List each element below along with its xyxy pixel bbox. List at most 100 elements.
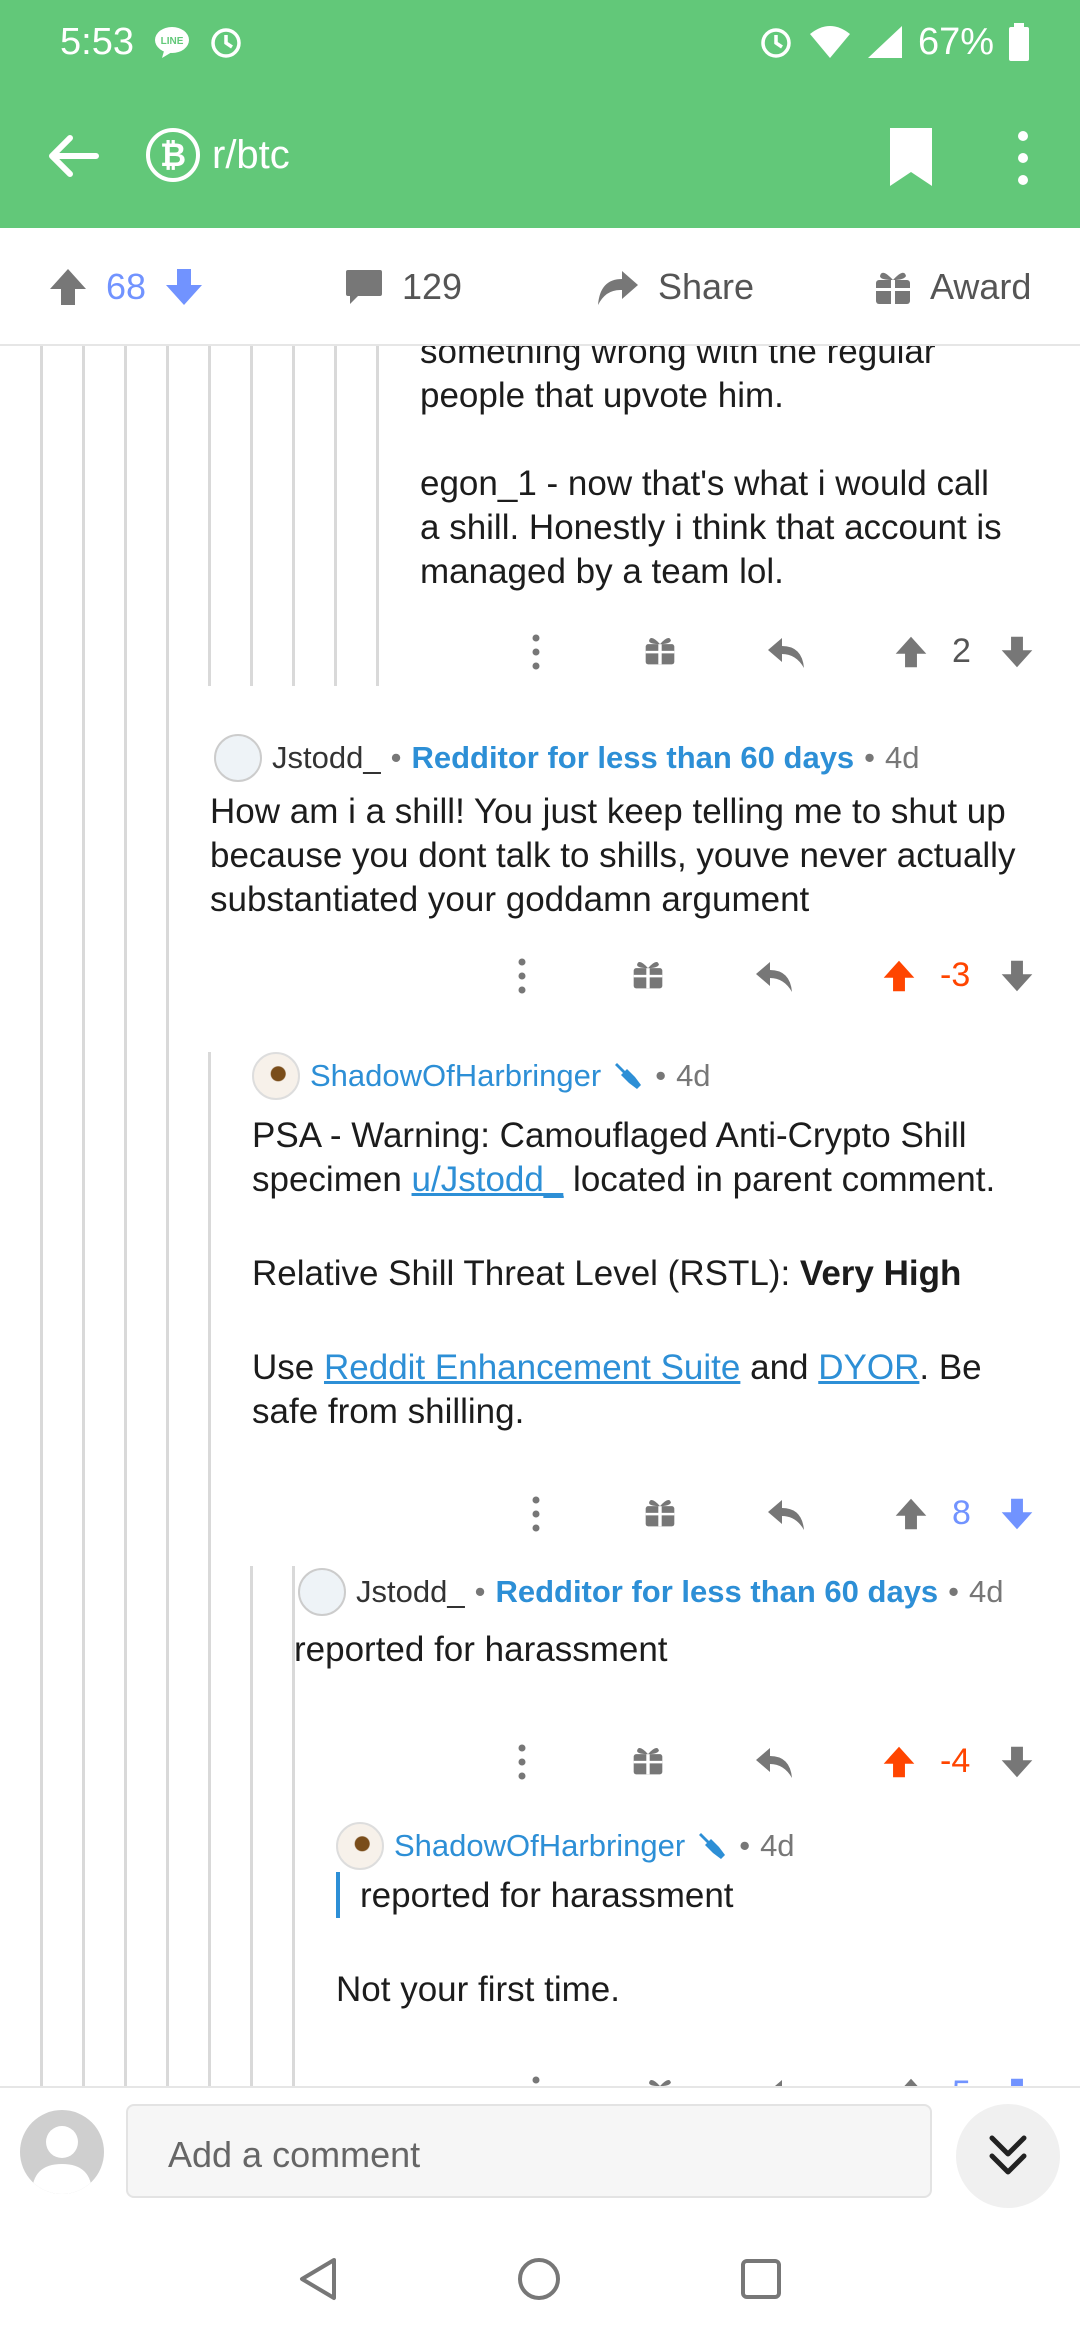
comment-icon xyxy=(346,270,382,304)
comment-body: Not your first time. xyxy=(336,1970,620,2009)
bitcoin-icon: ₿ xyxy=(146,128,200,182)
comment-age: 4d xyxy=(760,1828,795,1863)
moderator-wrench-icon xyxy=(699,1833,726,1859)
username[interactable]: Jstodd_ xyxy=(356,1574,465,1610)
comment-actions: -3 xyxy=(0,946,1080,1006)
avatar[interactable] xyxy=(214,734,262,782)
comment-actions: 2 xyxy=(0,622,1080,682)
username[interactable]: ShadowOfHarbringer xyxy=(310,1058,601,1094)
comment-body: PSA - Warning: Camouflaged Anti-Crypto S… xyxy=(252,1116,996,1431)
signal-icon xyxy=(867,26,902,58)
share-button[interactable]: Share xyxy=(596,228,754,346)
thread-line[interactable] xyxy=(250,1566,253,2086)
avatar[interactable] xyxy=(336,1822,384,1870)
gift-icon[interactable] xyxy=(644,2076,676,2086)
upvote-arrow-icon[interactable] xyxy=(894,2076,928,2086)
more-options-icon[interactable] xyxy=(516,958,528,994)
back-arrow-icon[interactable] xyxy=(44,128,100,184)
more-options-icon[interactable] xyxy=(516,1744,528,1780)
more-options-icon[interactable] xyxy=(530,2076,542,2086)
upvote-arrow-icon[interactable] xyxy=(894,1496,928,1532)
post-score: 68 xyxy=(106,266,147,307)
comment-count: 129 xyxy=(402,266,463,307)
comment-thread[interactable]: something wrong with the regular people … xyxy=(0,346,1080,2086)
award-button[interactable]: Award xyxy=(874,228,1031,346)
gift-icon[interactable] xyxy=(632,958,664,990)
reply-icon[interactable] xyxy=(766,634,806,670)
thread-line[interactable] xyxy=(124,346,127,2086)
comments-button[interactable]: 129 xyxy=(344,228,462,346)
username[interactable]: ShadowOfHarbringer xyxy=(394,1828,685,1864)
downvote-arrow-icon[interactable] xyxy=(164,267,204,307)
comment-actions: 5 xyxy=(0,2064,1080,2086)
downvote-arrow-icon[interactable] xyxy=(1000,1496,1034,1532)
system-nav-bar xyxy=(0,2216,1080,2340)
threat-level: Very High xyxy=(799,1254,962,1293)
status-time: 5:53 xyxy=(60,20,134,63)
username[interactable]: Jstodd_ xyxy=(272,740,381,776)
reply-icon[interactable] xyxy=(766,1496,806,1532)
comment-meta: ShadowOfHarbringer • 4d xyxy=(252,1052,711,1100)
upvote-arrow-icon[interactable] xyxy=(894,634,928,670)
comment-age: 4d xyxy=(969,1574,1004,1609)
comment-actions: -4 xyxy=(0,1732,1080,1792)
add-comment-input[interactable]: Add a comment xyxy=(126,2104,932,2198)
res-link[interactable]: Reddit Enhancement Suite xyxy=(324,1348,740,1387)
comment-body: something wrong with the regular people … xyxy=(420,346,1002,591)
battery-percent: 67% xyxy=(917,20,994,63)
gift-icon[interactable] xyxy=(632,1744,664,1776)
downvote-arrow-icon[interactable] xyxy=(1000,1744,1034,1780)
more-options-icon[interactable] xyxy=(1008,128,1038,188)
share-label: Share xyxy=(658,266,755,307)
gift-icon[interactable] xyxy=(644,1496,676,1528)
reply-icon[interactable] xyxy=(754,958,794,994)
svg-text:LINE: LINE xyxy=(161,36,184,47)
moderator-wrench-icon xyxy=(615,1063,642,1089)
thread-line[interactable] xyxy=(166,346,169,2086)
upvote-arrow-icon[interactable] xyxy=(48,267,88,307)
avatar[interactable] xyxy=(252,1052,300,1100)
award-label: Award xyxy=(930,266,1032,307)
comment-body: reported for harassment xyxy=(294,1630,668,1669)
upvote-arrow-icon[interactable] xyxy=(882,1744,916,1780)
wifi-icon xyxy=(809,26,850,58)
thread-line[interactable] xyxy=(208,1052,211,2086)
nav-home-icon[interactable] xyxy=(516,2256,562,2302)
thread-line[interactable] xyxy=(82,346,85,2086)
gift-icon[interactable] xyxy=(644,634,676,666)
bookmark-icon[interactable] xyxy=(888,126,934,188)
status-bar: 5:53 LINE 67% xyxy=(60,14,1030,70)
comment-score: -4 xyxy=(940,1742,971,1780)
post-action-bar: 68 129 Share Award xyxy=(0,228,1080,346)
jump-to-next-button[interactable] xyxy=(956,2104,1060,2208)
comment-score: 2 xyxy=(952,632,971,670)
quoted-text: reported for harassment xyxy=(360,1876,734,1915)
more-options-icon[interactable] xyxy=(530,1496,542,1532)
downvote-arrow-icon[interactable] xyxy=(1000,958,1034,994)
thread-line[interactable] xyxy=(40,346,43,2086)
battery-icon xyxy=(1009,23,1029,61)
comment-body: How am i a shill! You just keep telling … xyxy=(210,792,1016,919)
comment-meta: ShadowOfHarbringer • 4d xyxy=(336,1822,795,1870)
user-flair: Redditor for less than 60 days xyxy=(411,740,855,775)
upvote-arrow-icon[interactable] xyxy=(882,958,916,994)
comment-composer: Add a comment xyxy=(0,2086,1080,2216)
nav-back-icon[interactable] xyxy=(296,2256,340,2302)
user-mention-link[interactable]: u/Jstodd_ xyxy=(412,1160,564,1199)
user-avatar[interactable] xyxy=(20,2110,104,2194)
downvote-arrow-icon[interactable] xyxy=(1000,634,1034,670)
comment-score: -3 xyxy=(940,956,971,994)
comment-actions: 8 xyxy=(0,1484,1080,1544)
reply-icon[interactable] xyxy=(754,1744,794,1780)
avatar[interactable] xyxy=(298,1568,346,1616)
dyor-link[interactable]: DYOR xyxy=(818,1348,919,1387)
double-chevron-down-icon xyxy=(989,2135,1027,2175)
downvote-arrow-icon[interactable] xyxy=(1000,2076,1034,2086)
reply-icon[interactable] xyxy=(766,2076,806,2086)
nav-recents-icon[interactable] xyxy=(740,2258,782,2300)
user-avatar-icon xyxy=(32,2126,92,2194)
alarm-icon xyxy=(211,28,241,58)
subreddit-title[interactable]: ₿ r/btc xyxy=(146,128,290,182)
app-bar: 5:53 LINE 67% ₿ r/btc xyxy=(0,0,1080,228)
more-options-icon[interactable] xyxy=(530,634,542,670)
